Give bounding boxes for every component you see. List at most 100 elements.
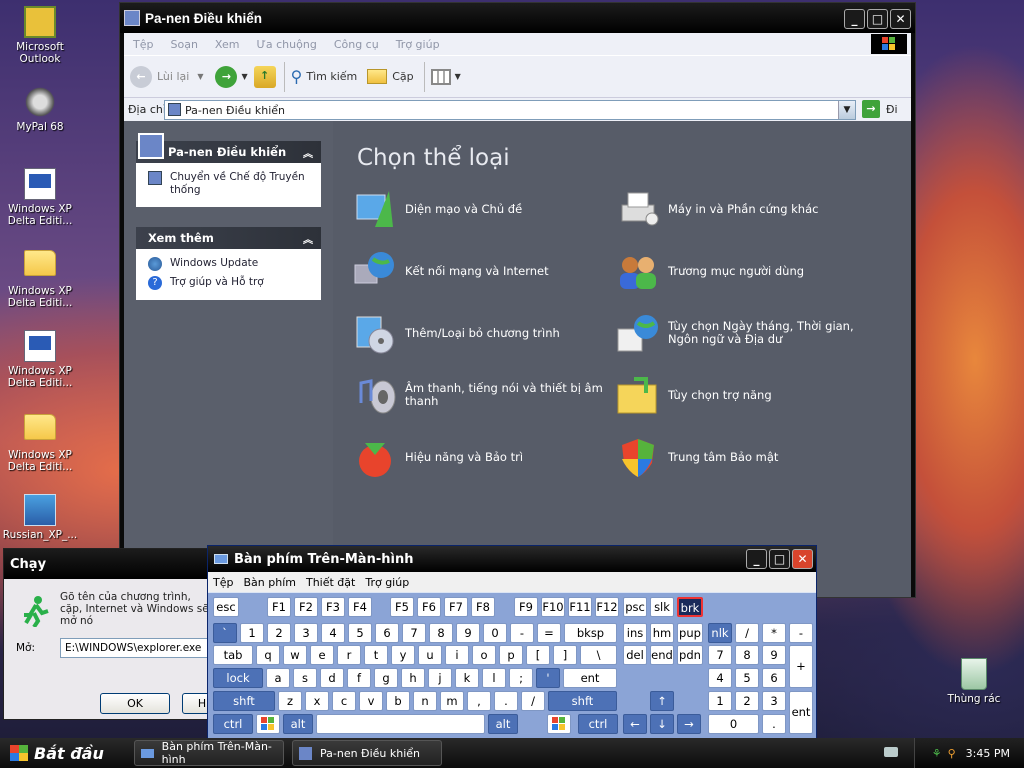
dialog-titlebar[interactable]: Chạy [4,549,212,579]
key-row2-10[interactable]: p [499,645,523,665]
key-row1-1[interactable]: 1 [240,623,264,643]
menu-edit[interactable]: Soạn [161,38,205,51]
desktop-icon-outlook[interactable]: Microsoft Outlook [0,6,80,65]
key-row3-8[interactable]: k [455,668,479,688]
key-row3-12[interactable]: ent [563,668,617,688]
up-folder-button[interactable]: ↑ [253,65,276,88]
key-row3-6[interactable]: h [401,668,425,688]
key-row4-4[interactable]: v [359,691,383,711]
key-row0-13[interactable]: psc [623,597,647,617]
panel-header[interactable]: Pa-nen Điều khiển ︽ [136,133,321,163]
back-button[interactable]: ← Lùi lại ▼ [130,65,203,88]
search-button[interactable]: ⚲ Tìm kiếm [291,67,358,86]
category-sounds[interactable]: Âm thanh, tiếng nói và thiết bị âm thanh [353,373,603,417]
key-row2-18[interactable]: 8 [735,645,759,665]
key-row1-4[interactable]: 4 [321,623,345,643]
desktop-icon-russian-xp[interactable]: Russian_XP_... [0,494,80,541]
key-row3-11[interactable]: ' [536,668,560,688]
keyboard-tray-icon[interactable] [884,747,898,757]
key-row4-9[interactable]: . [494,691,518,711]
key-row3-1[interactable]: a [266,668,290,688]
key-row4-5[interactable]: b [386,691,410,711]
key-row2-19[interactable]: 9 [762,645,786,665]
key-row0-12[interactable]: F12 [595,597,619,617]
switch-classic-view-link[interactable]: Chuyển về Chế độ Truyền thống [136,163,321,207]
go-button[interactable]: → Đi [862,100,898,118]
key-row2-7[interactable]: u [418,645,442,665]
key-row0-11[interactable]: F11 [568,597,592,617]
back-dropdown-icon[interactable]: ▼ [197,72,203,81]
key-row5-2[interactable]: alt [488,714,518,734]
task-control-panel[interactable]: Pa-nen Điều khiển [292,740,442,766]
address-input[interactable]: Pa-nen Điều khiển ▼ [164,100,856,120]
key-row1-11[interactable]: - [510,623,534,643]
key-row1-20[interactable]: - [789,623,813,643]
key-row0-1[interactable]: F1 [267,597,291,617]
key-row2-16[interactable]: pdn [677,645,703,665]
key-row0-8[interactable]: F8 [471,597,495,617]
key-row4-8[interactable]: , [467,691,491,711]
key-row2-4[interactable]: r [337,645,361,665]
key-row0-3[interactable]: F3 [321,597,345,617]
desktop-icon-xp-delta-3[interactable]: Windows XP Delta Editi... [0,330,80,389]
key-row0-10[interactable]: F10 [541,597,565,617]
menu-file[interactable]: Tệp [124,38,161,51]
windows-key-icon[interactable] [256,714,280,734]
key-row2-6[interactable]: y [391,645,415,665]
key-row1-10[interactable]: 0 [483,623,507,643]
maximize-button[interactable]: □ [867,9,888,29]
key-row1-15[interactable]: hm [650,623,674,643]
key-row2-8[interactable]: i [445,645,469,665]
windows-update-link[interactable]: Windows Update [136,249,321,273]
key-row2-14[interactable]: del [623,645,647,665]
category-security-center[interactable]: Trung tâm Bảo mật [616,435,866,479]
key-row1-13[interactable]: bksp [564,623,617,643]
key-row5-4[interactable]: ← [623,714,647,734]
menu-help[interactable]: Trợ giúp [360,576,414,589]
category-network[interactable]: Kết nối mạng và Internet [353,249,603,293]
key-row2-17[interactable]: 7 [708,645,732,665]
key-row3-7[interactable]: j [428,668,452,688]
menu-help[interactable]: Trợ giúp [387,38,448,51]
key-row1-2[interactable]: 2 [267,623,291,643]
key-row2-2[interactable]: w [283,645,307,665]
key-row4-6[interactable]: n [413,691,437,711]
key-row3-9[interactable]: l [482,668,506,688]
key-row4-15[interactable]: 3 [762,691,786,711]
close-button[interactable]: ✕ [890,9,911,29]
key-row2-5[interactable]: t [364,645,388,665]
close-button[interactable]: ✕ [792,549,813,569]
help-support-link[interactable]: ? Trợ giúp và Hỗ trợ [136,273,321,300]
desktop-icon-xp-delta-1[interactable]: Windows XP Delta Editi... [0,168,80,227]
key-row5-1[interactable]: alt [283,714,313,734]
key-row4-10[interactable]: / [521,691,545,711]
search-tray-icon[interactable]: ⚲ [948,747,956,760]
key-row4-1[interactable]: z [278,691,302,711]
key-row3-0[interactable]: lock [213,668,263,688]
key-row1-5[interactable]: 5 [348,623,372,643]
menu-file[interactable]: Tệp [208,576,238,589]
key-row2-12[interactable]: ] [553,645,577,665]
minimize-button[interactable]: _ [746,549,767,569]
key-row5-6[interactable]: → [677,714,701,734]
key-row4-12[interactable]: ↑ [650,691,674,711]
key-row5-3[interactable]: ctrl [578,714,618,734]
panel-header[interactable]: Xem thêm ︽ [136,227,321,249]
key-row3-2[interactable]: s [293,668,317,688]
category-add-remove-programs[interactable]: Thêm/Loại bỏ chương trình [353,311,603,355]
key-row1-6[interactable]: 6 [375,623,399,643]
key-row0-7[interactable]: F7 [444,597,468,617]
address-dropdown-button[interactable]: ▼ [838,101,855,119]
desktop-icon-mypal[interactable]: MyPal 68 [0,86,80,133]
key-row2-9[interactable]: o [472,645,496,665]
key-row3-14[interactable]: 5 [735,668,759,688]
menu-tools[interactable]: Công cụ [325,38,387,51]
forward-button[interactable]: → ▼ [215,65,248,88]
category-appearance[interactable]: Diện mạo và Chủ đề [353,187,603,231]
key-row3-10[interactable]: ; [509,668,533,688]
collapse-icon[interactable]: ︽ [303,231,313,246]
collapse-icon[interactable]: ︽ [303,145,313,160]
key-row2-11[interactable]: [ [526,645,550,665]
space-bar[interactable] [316,714,485,734]
category-performance[interactable]: Hiệu năng và Bảo trì [353,435,603,479]
